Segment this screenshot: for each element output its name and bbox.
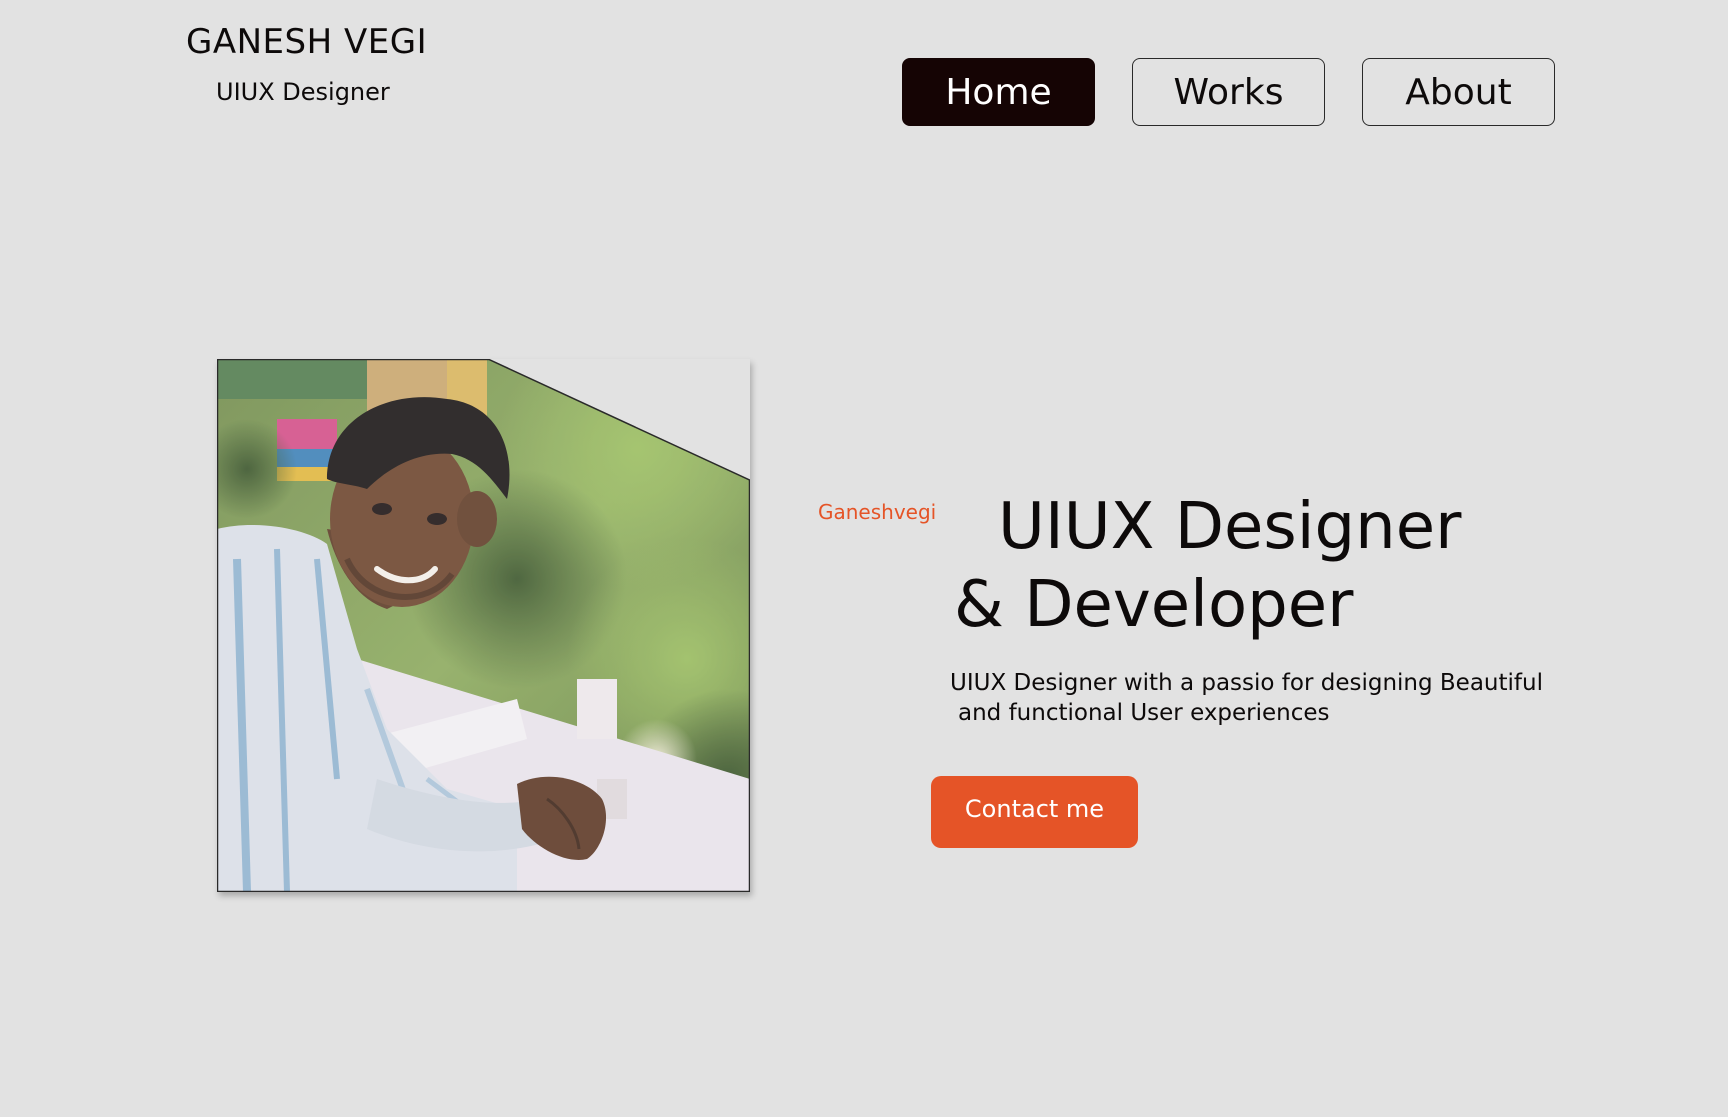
nav-about-button[interactable]: About bbox=[1362, 58, 1555, 126]
hero-description-line1: UIUX Designer with a passio for designin… bbox=[950, 670, 1543, 696]
hero-description-line2: and functional User experiences bbox=[958, 700, 1330, 726]
brand-name: GANESH VEGI bbox=[186, 22, 428, 62]
contact-me-button[interactable]: Contact me bbox=[931, 776, 1138, 848]
portrait-photo bbox=[217, 359, 750, 892]
handle-label: Ganeshvegi bbox=[818, 500, 937, 524]
hero-headline-line2: & Developer bbox=[954, 568, 1354, 642]
hero-headline-line1: UIUX Designer bbox=[998, 490, 1462, 564]
nav-works-button[interactable]: Works bbox=[1132, 58, 1325, 126]
nav-home-button[interactable]: Home bbox=[902, 58, 1095, 126]
brand-role: UIUX Designer bbox=[216, 78, 390, 106]
portrait-photo-image bbox=[217, 359, 750, 892]
